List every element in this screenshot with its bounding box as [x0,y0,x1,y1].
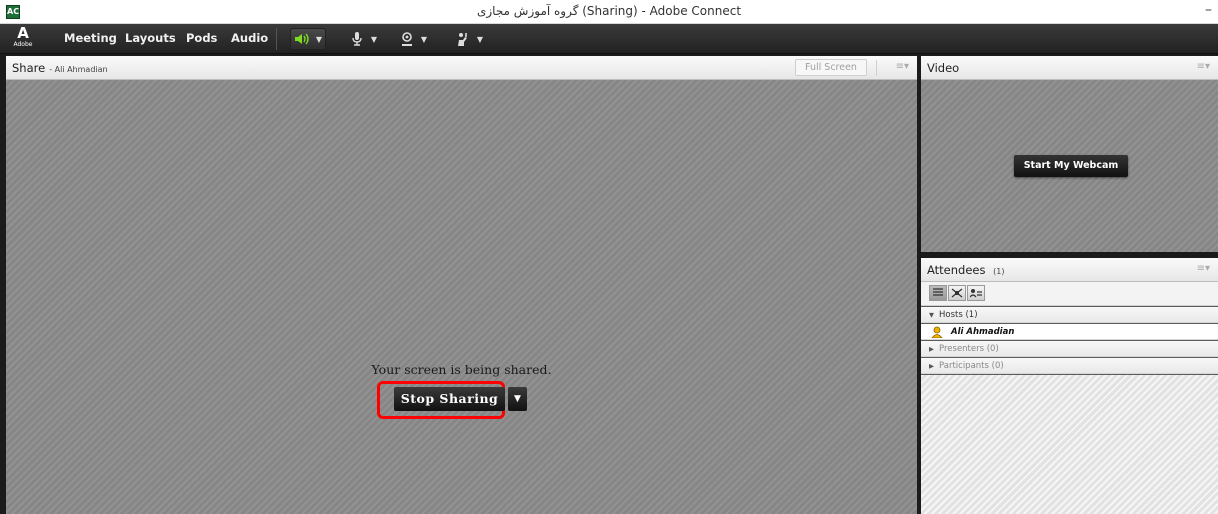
share-pod-title-text: Share [12,61,46,75]
video-pod-header: Video ≡▾ [921,56,1218,80]
attendee-row[interactable]: Ali Ahmadian [921,324,1218,340]
group-hosts-label: Hosts (1) [939,310,978,320]
header-separator [876,60,877,76]
menu-meeting[interactable]: Meeting [64,31,117,45]
group-presenters[interactable]: ▶ Presenters (0) [921,341,1218,357]
raise-hand-icon [452,29,474,49]
attendees-pod-title: Attendees (1) [927,263,1005,277]
share-pod-content: Your screen is being shared. Stop Sharin… [6,80,917,514]
minimize-button[interactable]: – [1205,2,1212,18]
video-pod: Video ≡▾ Start My Webcam [921,56,1218,252]
status-view-icon[interactable] [967,285,985,301]
chevron-down-icon[interactable]: ▼ [474,29,486,49]
webcam-icon [396,29,418,49]
start-webcam-button[interactable]: Start My Webcam [1014,155,1128,177]
video-pod-title: Video [927,61,960,75]
microphone-button[interactable]: ▼ [346,28,380,50]
menu-bar: A Adobe Meeting Layouts Pods Audio ▼ ▼ ▼… [0,24,1218,54]
share-pod-header: Share - Ali Ahmadian Full Screen ≡▾ [6,56,917,80]
microphone-icon [346,29,368,49]
adobe-logo-word: Adobe [13,41,33,48]
chevron-right-icon: ▶ [929,345,934,353]
host-user-icon [931,326,943,339]
share-pod: Share - Ali Ahmadian Full Screen ≡▾ Your … [6,56,917,514]
menu-audio[interactable]: Audio [231,31,268,45]
list-view-icon[interactable] [929,285,947,301]
adobe-logo-mark: A [17,24,29,42]
share-pod-title: Share - Ali Ahmadian [12,61,108,75]
pod-options-icon[interactable]: ≡▾ [1197,263,1210,274]
share-pod-presenter: - Ali Ahmadian [49,65,108,74]
chevron-down-icon: ▼ [929,311,934,319]
speaker-icon [291,29,313,49]
grid-view-icon[interactable] [948,285,966,301]
attendees-pod-header: Attendees (1) ≡▾ [921,258,1218,282]
webcam-button[interactable]: ▼ [396,28,430,50]
raise-hand-button[interactable]: ▼ [452,28,486,50]
window-title-bar: AC گروه آموزش مجازی (Sharing) - Adobe Co… [0,0,1218,24]
full-screen-button[interactable]: Full Screen [795,59,867,76]
attendees-title-text: Attendees [927,263,986,277]
pod-options-icon[interactable]: ≡▾ [896,61,909,72]
attendees-empty-area [921,375,1218,514]
stop-sharing-button[interactable]: Stop Sharing [394,387,505,411]
chevron-down-icon[interactable]: ▼ [418,29,430,49]
stop-sharing-options-button[interactable]: ▼ [508,387,527,411]
speaker-button[interactable]: ▼ [290,28,326,50]
attendee-name: Ali Ahmadian [951,327,1015,337]
window-title: گروه آموزش مجازی (Sharing) - Adobe Conne… [476,4,742,18]
chevron-down-icon[interactable]: ▼ [368,29,380,49]
video-pod-content: Start My Webcam [921,80,1218,252]
group-participants[interactable]: ▶ Participants (0) [921,358,1218,374]
group-participants-label: Participants (0) [939,361,1004,371]
attendees-count: (1) [993,267,1005,276]
pod-options-icon[interactable]: ≡▾ [1197,61,1210,72]
attendees-pod: Attendees (1) ≡▾ ▼ Hosts (1) Ali Ahmadian… [921,258,1218,514]
adobe-logo: A Adobe [12,26,34,52]
chevron-down-icon[interactable]: ▼ [313,29,325,49]
menu-separator [276,28,277,50]
menu-pods[interactable]: Pods [186,31,217,45]
group-presenters-label: Presenters (0) [939,344,999,354]
attendees-view-toolbar [921,282,1218,306]
chevron-right-icon: ▶ [929,362,934,370]
menu-layouts[interactable]: Layouts [125,31,176,45]
chevron-down-icon: ▼ [514,394,521,404]
group-hosts[interactable]: ▼ Hosts (1) [921,307,1218,323]
sharing-status-text: Your screen is being shared. [371,362,552,377]
